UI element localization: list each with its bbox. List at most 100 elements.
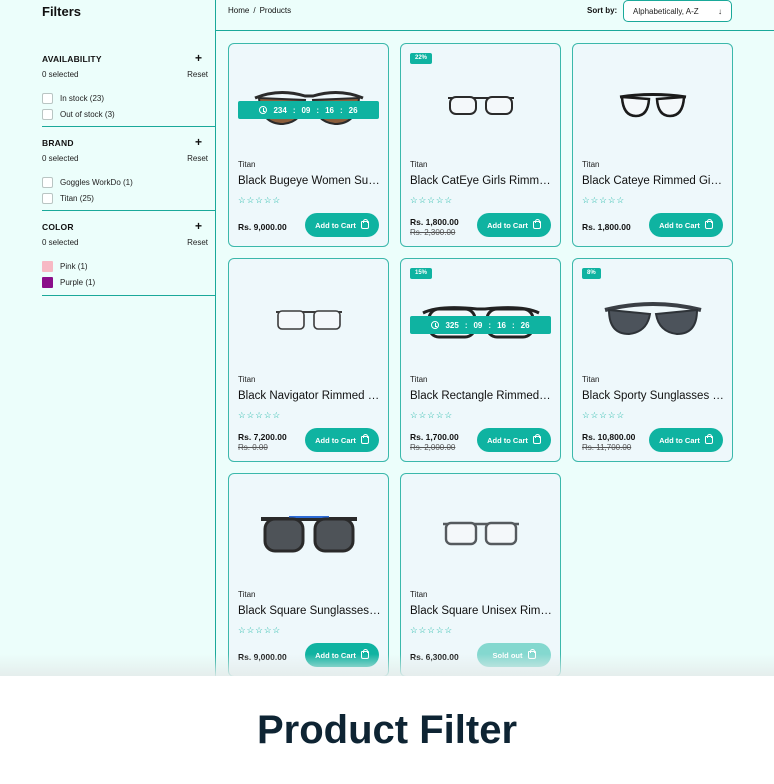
product-card[interactable]: 8% Titan Black Sporty Sunglasses for Men… [572,258,733,462]
checkbox[interactable] [42,92,53,104]
product-name[interactable]: Black Rectangle Rimmed Eyeglasses [410,390,553,402]
timer-minutes: 16 [497,320,506,330]
add-to-cart-button[interactable]: Add to Cart [305,428,379,452]
option-label: In stock (23) [60,93,105,103]
product-old-price: Rs. 2,300.00 [410,228,456,237]
filter-option-goggles-workdo[interactable]: Goggles WorkDo (1) [42,174,216,190]
filter-group-status: 0 selected Reset [42,236,216,252]
add-to-cart-button[interactable]: Add to Cart [649,213,723,237]
product-card[interactable]: Titan Black Square Sunglasses for Men ☆☆… [228,473,389,676]
product-name[interactable]: Black Cateye Rimmed Girls Eyeglasses [582,175,725,187]
product-price: Rs. 9,000.00 [238,652,287,662]
sold-out-button[interactable]: Sold out [477,643,551,667]
breadcrumb: Home / Products [228,6,291,15]
product-name[interactable]: Black Sporty Sunglasses for Men [582,390,725,402]
eyeglasses-image [447,96,514,115]
add-to-cart-button[interactable]: Add to Cart [477,428,551,452]
product-image[interactable] [573,281,732,357]
expand-plus-icon[interactable]: + [195,219,202,233]
eyeglasses-image [619,93,686,118]
product-card[interactable]: Titan Black Cateye Rimmed Girls Eyeglass… [572,43,733,247]
eyeglasses-image [275,310,342,330]
rating-stars-icon: ☆☆☆☆☆ [410,195,454,205]
filter-group-header[interactable]: AVAILABILITY + [42,51,216,68]
checkbox[interactable] [42,192,53,204]
filter-group-title: AVAILABILITY [42,54,102,64]
breadcrumb-home[interactable]: Home [228,6,249,15]
header-divider [216,30,774,31]
expand-plus-icon[interactable]: + [195,51,202,65]
bag-icon [360,218,369,229]
bag-icon [360,648,369,659]
timer-hours: 09 [301,105,311,115]
filter-option-out-of-stock[interactable]: Out of stock (3) [42,106,216,122]
rating-stars-icon: ☆☆☆☆☆ [582,410,626,420]
discount-badge: 8% [582,268,601,279]
product-card[interactable]: Titan Black Square Unisex Rimmed Eyeglas… [400,473,561,676]
product-image[interactable] [229,281,388,357]
product-card[interactable]: 15% 325: 09: 16: 26 Titan Black Rectangl… [400,258,561,462]
option-label: Goggles WorkDo (1) [60,177,133,187]
product-price: Rs. 1,800.00 [582,222,631,232]
timer-seconds: 26 [348,105,358,115]
product-price: Rs. 1,800.00 [410,217,459,227]
product-name[interactable]: Black CatEye Girls Rimmed Eyeglasses [410,175,553,187]
sunglasses-image [604,302,701,336]
product-name[interactable]: Black Navigator Rimmed Eyeglasses [238,390,381,402]
product-image[interactable] [573,66,732,142]
product-price: Rs. 1,700.00 [410,432,459,442]
timer-seconds: 26 [520,320,530,330]
bag-icon [527,648,536,659]
rating-stars-icon: ☆☆☆☆☆ [238,410,282,420]
product-price: Rs. 10,800.00 [582,432,636,442]
rating-stars-icon: ☆☆☆☆☆ [238,625,282,635]
sort-select[interactable]: Alphabetically, A-Z ↓ [623,0,732,22]
product-name[interactable]: Black Bugeye Women Sunglasses [238,175,381,187]
checkbox[interactable] [42,176,53,188]
product-name[interactable]: Black Square Unisex Rimmed Eyeglasses [410,605,553,617]
button-label: Add to Cart [315,435,356,445]
filter-group-header[interactable]: BRAND + [42,135,216,152]
filter-option-purple[interactable]: Purple (1) [42,274,216,290]
filter-group-brand: BRAND + 0 selected Reset Goggles WorkDo … [42,135,216,211]
add-to-cart-button[interactable]: Add to Cart [305,213,379,237]
filter-option-pink[interactable]: Pink (1) [42,258,216,274]
add-to-cart-button[interactable]: Add to Cart [649,428,723,452]
product-brand: Titan [238,160,256,169]
color-swatch-pink[interactable] [42,260,53,272]
button-label: Add to Cart [315,650,356,660]
product-card[interactable]: 22% Titan Black CatEye Girls Rimmed Eyeg… [400,43,561,247]
timer-days: 325 [445,320,459,330]
color-swatch-purple[interactable] [42,276,53,288]
add-to-cart-button[interactable]: Add to Cart [305,643,379,667]
add-to-cart-button[interactable]: Add to Cart [477,213,551,237]
clock-icon [431,321,440,329]
sort-label: Sort by: [587,6,618,15]
product-price: Rs. 9,000.00 [238,222,287,232]
bag-icon [532,433,541,444]
filter-option-in-stock[interactable]: In stock (23) [42,90,216,106]
bag-icon [360,433,369,444]
product-card[interactable]: Titan Black Navigator Rimmed Eyeglasses … [228,258,389,462]
product-old-price: Rs. 0.00 [238,443,268,452]
product-image[interactable] [401,496,560,572]
product-image[interactable] [229,496,388,572]
product-old-price: Rs. 2,000.00 [410,443,456,452]
option-label: Titan (25) [60,193,94,203]
sort-value: Alphabetically, A-Z [633,6,699,16]
reset-link[interactable]: Reset [187,238,208,247]
product-old-price: Rs. 11,700.00 [582,443,632,452]
reset-link[interactable]: Reset [187,70,208,79]
product-name[interactable]: Black Square Sunglasses for Men [238,605,381,617]
app-window: Filters AVAILABILITY + 0 selected Reset … [0,0,774,676]
product-image[interactable] [401,66,560,142]
bag-icon [532,218,541,229]
checkbox[interactable] [42,108,53,120]
product-card[interactable]: 234: 09: 16: 26 Titan Black Bugeye Women… [228,43,389,247]
filter-group-header[interactable]: COLOR + [42,219,216,236]
filter-option-titan[interactable]: Titan (25) [42,190,216,206]
rating-stars-icon: ☆☆☆☆☆ [582,195,626,205]
filter-group-status: 0 selected Reset [42,68,216,84]
expand-plus-icon[interactable]: + [195,135,202,149]
reset-link[interactable]: Reset [187,154,208,163]
